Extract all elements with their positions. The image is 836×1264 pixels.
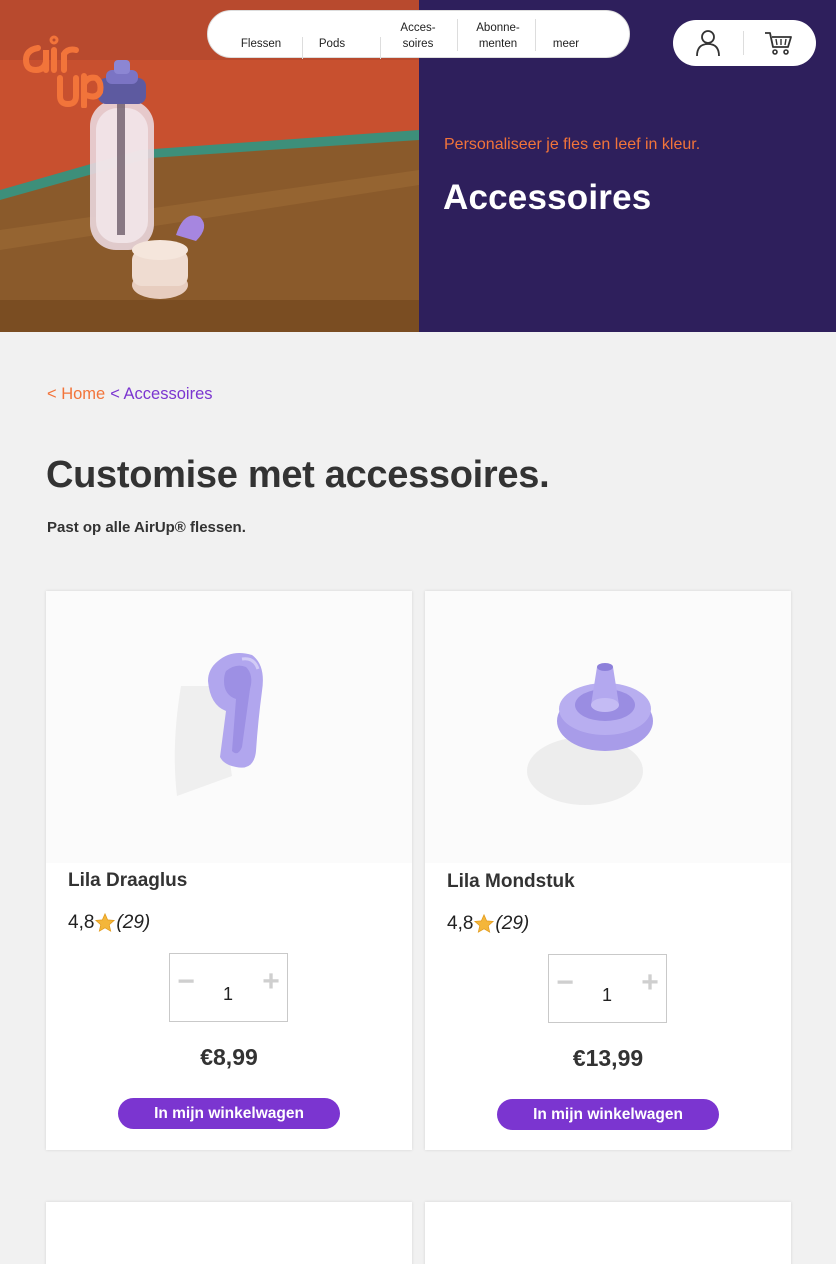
product-card <box>425 1202 791 1264</box>
product-image[interactable] <box>46 591 412 863</box>
hero-tagline: Personaliseer je fles en leef in kleur. <box>444 136 701 153</box>
nav-item-abonnementen[interactable]: Abonne- menten <box>464 17 532 53</box>
nav-divider <box>457 19 458 51</box>
product-price: €8,99 <box>200 1044 258 1070</box>
quantity-stepper: − 1 + <box>548 954 667 1023</box>
nav-item-accessoires[interactable]: Acces- soires <box>386 17 450 53</box>
quantity-input[interactable]: 1 <box>213 984 243 1005</box>
star-icon <box>473 913 495 935</box>
nav-item-meer[interactable]: meer <box>542 17 590 53</box>
review-count[interactable]: (29) <box>495 913 529 935</box>
user-icon[interactable] <box>691 26 725 60</box>
nav-divider <box>535 19 536 51</box>
quantity-stepper: − 1 + <box>169 953 288 1022</box>
main-navigation: Flessen Pods Acces- soires Abonne- mente… <box>207 10 630 59</box>
rating-value: 4,8 <box>447 913 474 934</box>
nav-item-flessen[interactable]: Flessen <box>226 17 296 53</box>
account-cart-pill <box>673 20 816 66</box>
breadcrumb-home-link[interactable]: < Home <box>47 385 105 404</box>
product-card: Lila Draaglus 4,8 (29) − 1 + €8,99 In mi… <box>46 591 412 1150</box>
pill-divider <box>743 31 744 55</box>
hero-title: Accessoires <box>443 178 652 217</box>
page-subtitle: Past op alle AirUp® flessen. <box>47 519 246 536</box>
nav-item-pods[interactable]: Pods <box>308 17 356 53</box>
nav-divider <box>380 37 381 59</box>
add-to-cart-button[interactable]: In mijn winkelwagen <box>118 1098 340 1129</box>
increase-quantity-button[interactable]: + <box>255 965 287 998</box>
quantity-input[interactable]: 1 <box>592 985 622 1006</box>
product-rating: 4,8 (29) <box>447 913 529 935</box>
product-rating: 4,8 (29) <box>68 912 150 934</box>
breadcrumb: < Home < Accessoires <box>47 385 213 404</box>
star-icon <box>94 912 116 934</box>
decrease-quantity-button[interactable]: − <box>549 966 581 999</box>
decrease-quantity-button[interactable]: − <box>170 965 202 998</box>
nav-divider <box>302 37 303 59</box>
product-card <box>46 1202 412 1264</box>
breadcrumb-current[interactable]: < Accessoires <box>110 385 212 404</box>
product-name[interactable]: Lila Draaglus <box>68 870 187 892</box>
review-count[interactable]: (29) <box>116 912 150 934</box>
add-to-cart-button[interactable]: In mijn winkelwagen <box>497 1099 719 1130</box>
product-card: Lila Mondstuk 4,8 (29) − 1 + €13,99 In m… <box>425 591 791 1150</box>
cart-icon[interactable] <box>762 26 796 60</box>
page-title: Customise met accessoires. <box>46 454 550 496</box>
product-price: €13,99 <box>572 1045 644 1071</box>
increase-quantity-button[interactable]: + <box>634 966 666 999</box>
product-name[interactable]: Lila Mondstuk <box>447 871 575 893</box>
air-up-logo[interactable] <box>20 18 110 109</box>
rating-value: 4,8 <box>68 912 95 933</box>
product-image[interactable] <box>425 591 791 863</box>
